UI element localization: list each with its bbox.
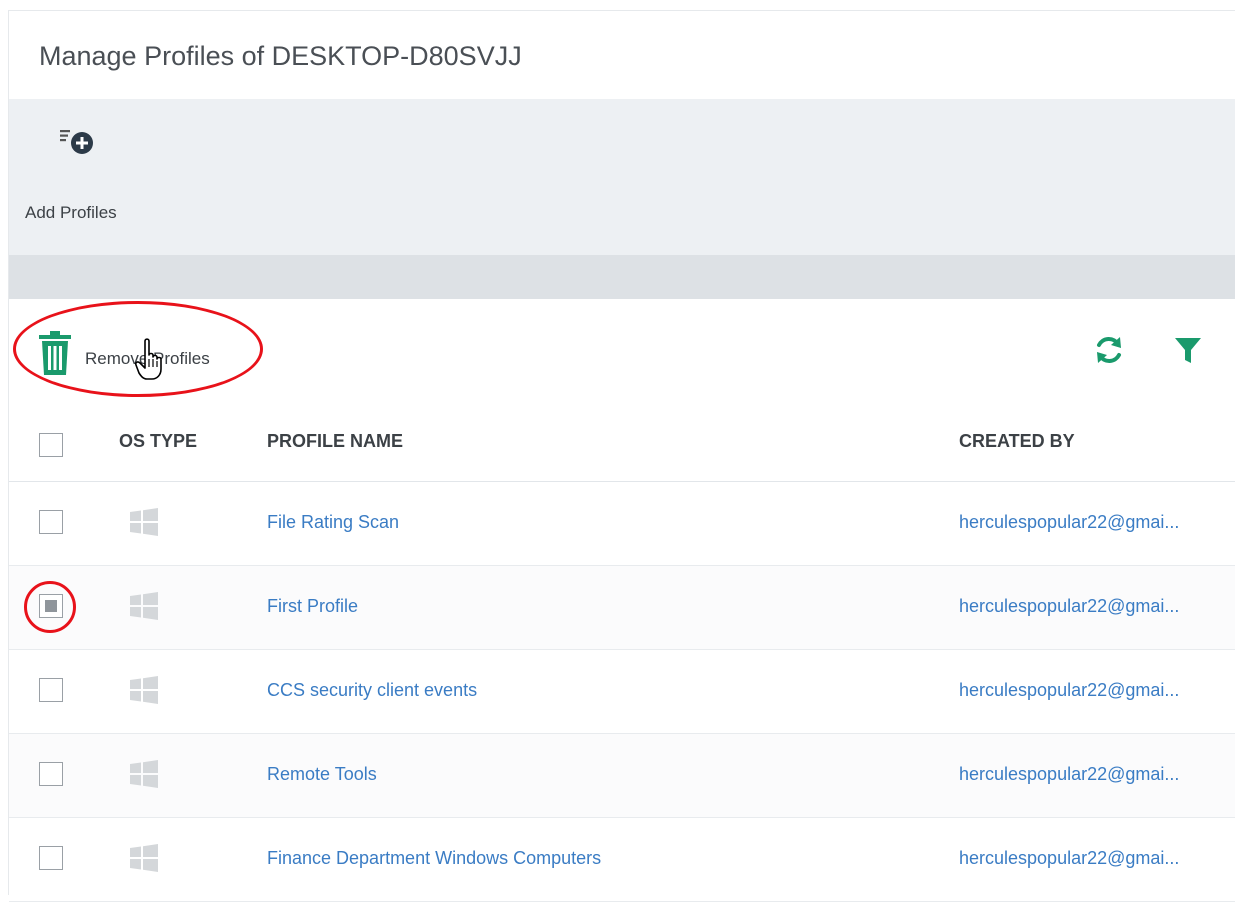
- add-profiles-label: Add Profiles: [25, 203, 117, 222]
- table-row[interactable]: CCS security client events herculespopula…: [9, 650, 1235, 734]
- created-by-cell: herculespopular22@gmai...: [959, 848, 1180, 868]
- created-by-cell: herculespopular22@gmai...: [959, 596, 1180, 616]
- hand-pointer-icon: [135, 338, 162, 380]
- column-header-os-type[interactable]: OS TYPE: [119, 431, 197, 452]
- table-header: OS TYPE PROFILE NAME CREATED BY: [9, 399, 1235, 482]
- created-by-cell: herculespopular22@gmai...: [959, 680, 1180, 700]
- filter-icon[interactable]: [1171, 333, 1205, 367]
- windows-icon: [130, 760, 158, 788]
- table-row[interactable]: First Profile herculespopular22@gmai...: [9, 566, 1235, 650]
- row-checkbox[interactable]: [39, 846, 63, 870]
- profile-name-link[interactable]: Finance Department Windows Computers: [267, 848, 601, 869]
- row-checkbox[interactable]: [39, 594, 63, 618]
- row-checkbox[interactable]: [39, 510, 63, 534]
- toolbar: Add Profiles: [9, 99, 1235, 255]
- windows-icon: [130, 844, 158, 872]
- windows-icon: [130, 508, 158, 536]
- windows-icon: [130, 676, 158, 704]
- manage-profiles-panel: Manage Profiles of DESKTOP-D80SVJJ Add P…: [8, 10, 1235, 902]
- column-header-profile-name[interactable]: PROFILE NAME: [267, 431, 403, 452]
- toolbar-divider: [9, 255, 1235, 299]
- row-checkbox[interactable]: [39, 762, 63, 786]
- profile-name-link[interactable]: First Profile: [267, 596, 358, 617]
- row-checkbox[interactable]: [39, 678, 63, 702]
- created-by-cell: herculespopular22@gmai...: [959, 764, 1180, 784]
- table-row[interactable]: Remote Tools herculespopular22@gmai...: [9, 734, 1235, 818]
- add-profile-icon: [60, 130, 93, 154]
- profiles-table: OS TYPE PROFILE NAME CREATED BY File Rat…: [9, 399, 1235, 902]
- column-header-created-by[interactable]: CREATED BY: [959, 431, 1075, 452]
- select-all-checkbox[interactable]: [39, 433, 63, 457]
- table-row[interactable]: Finance Department Windows Computers herc…: [9, 818, 1235, 902]
- table-row[interactable]: File Rating Scan herculespopular22@gmai..…: [9, 482, 1235, 566]
- profile-name-link[interactable]: Remote Tools: [267, 764, 377, 785]
- table-body: File Rating Scan herculespopular22@gmai..…: [9, 482, 1235, 902]
- add-profiles-button[interactable]: Add Profiles: [23, 121, 143, 222]
- profile-name-link[interactable]: CCS security client events: [267, 680, 477, 701]
- trash-icon: [39, 331, 71, 375]
- created-by-cell: herculespopular22@gmai...: [959, 512, 1180, 532]
- refresh-icon[interactable]: [1092, 333, 1126, 367]
- windows-icon: [130, 592, 158, 620]
- table-actions: Remove Profiles: [9, 299, 1235, 409]
- page-title: Manage Profiles of DESKTOP-D80SVJJ: [39, 41, 522, 71]
- profile-name-link[interactable]: File Rating Scan: [267, 512, 399, 533]
